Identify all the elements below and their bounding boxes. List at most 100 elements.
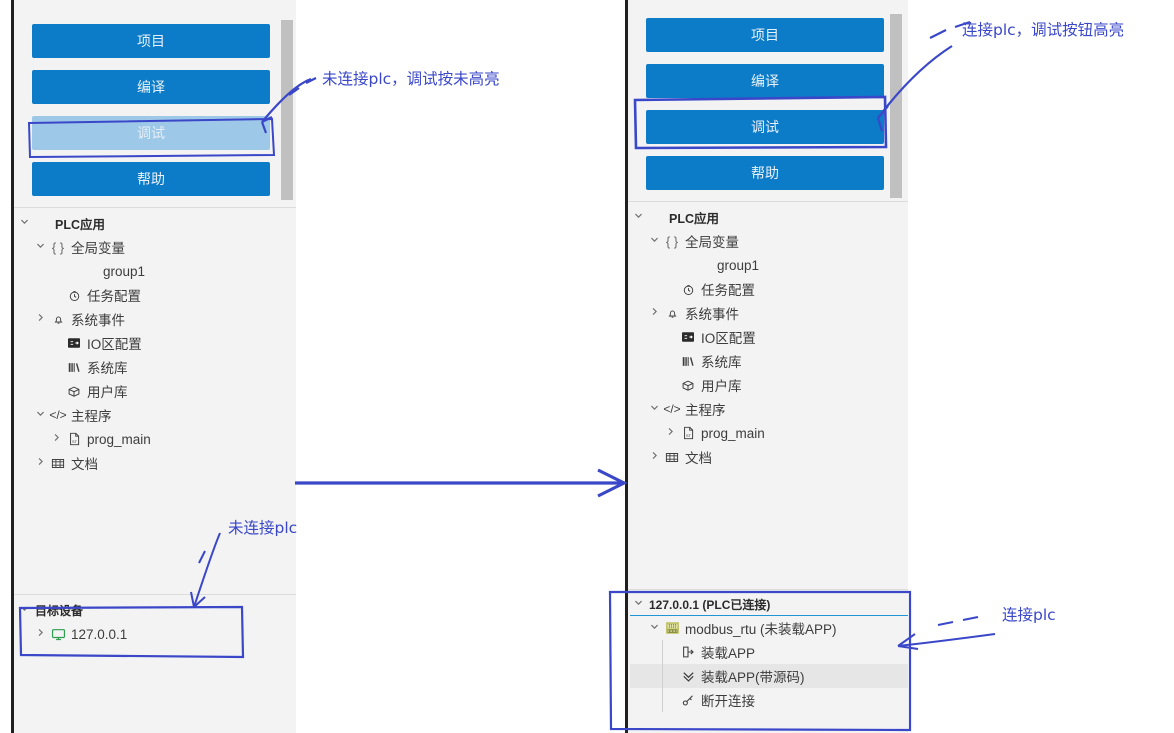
right-connection-tree[interactable]: 127.0.0.1 (PLC已连接) modbus_rtu (未装载APP) 装载A… xyxy=(630,592,908,712)
tree-item-10[interactable]: ST prog_main xyxy=(630,421,900,445)
right-connection-dock[interactable]: 127.0.0.1 (PLC已连接) modbus_rtu (未装载APP) 装载A… xyxy=(628,592,908,733)
chevron-down-icon[interactable] xyxy=(32,241,48,253)
chevron-right-icon[interactable] xyxy=(48,433,64,445)
right-panel-scrollbar[interactable] xyxy=(890,14,902,198)
toolbar-button-1[interactable]: 项目 xyxy=(646,18,884,52)
dock-item-3[interactable]: 装载APP(带源码) xyxy=(630,664,908,688)
chevron-down-icon[interactable] xyxy=(630,598,646,610)
tree-item-label: prog_main xyxy=(87,431,151,447)
left-panel-scrollbar[interactable] xyxy=(281,20,293,200)
dock-item-label: modbus_rtu (未装载APP) xyxy=(685,622,837,637)
tree-item-2[interactable]: { } 全局变量 xyxy=(16,235,286,259)
left-debug-dash-2 xyxy=(305,77,317,84)
tree-item-label: 任务配置 xyxy=(87,289,141,304)
tree-item-4[interactable]: 任务配置 xyxy=(16,283,286,307)
left-toolbar-buttons: 项目 编译 调试 帮助 xyxy=(32,24,270,208)
dock-item-label: 断开连接 xyxy=(701,694,755,709)
dock-item-1[interactable]: modbus_rtu (未装载APP) xyxy=(630,616,908,640)
flow-arrow-head xyxy=(597,468,628,498)
left-project-tree[interactable]: PLC应用 { } 全局变量 group1 任务配置系统事件 IO区配置系统库用户库 </>… xyxy=(16,211,286,475)
dock-header[interactable]: 127.0.0.1 (PLC已连接) xyxy=(630,592,908,616)
dock-item-2[interactable]: 装载APP xyxy=(630,640,908,664)
tree-item-4[interactable]: 任务配置 xyxy=(630,277,900,301)
tree-item-6[interactable]: IO区配置 xyxy=(16,331,286,355)
tree-item-8[interactable]: 用户库 xyxy=(630,373,900,397)
tree-item-label: 系统事件 xyxy=(685,307,739,322)
toolbar-button-4[interactable]: 帮助 xyxy=(646,156,884,190)
tree-item-label: 用户库 xyxy=(87,385,128,400)
tree-item-label: IO区配置 xyxy=(87,337,142,352)
dock-item-1[interactable]: 127.0.0.1 xyxy=(16,622,286,646)
tree-item-label: PLC应用 xyxy=(55,217,106,232)
tree-item-8[interactable]: 用户库 xyxy=(16,379,286,403)
code-icon: </> xyxy=(49,408,67,422)
tree-item-2[interactable]: { } 全局变量 xyxy=(630,229,900,253)
chevron-down-icon[interactable] xyxy=(646,622,662,634)
dock-item-label: 127.0.0.1 xyxy=(71,626,128,642)
toolbar-button-4[interactable]: 帮助 xyxy=(32,162,270,196)
tree-item-1[interactable]: PLC应用 xyxy=(16,211,286,235)
left-dock-separator xyxy=(14,594,296,595)
chevron-right-icon[interactable] xyxy=(646,307,662,319)
tree-item-11[interactable]: 文档 xyxy=(16,451,286,475)
chevron-right-icon[interactable] xyxy=(32,628,48,640)
{ }-icon: { } xyxy=(51,239,65,255)
right-project-tree[interactable]: PLC应用 { } 全局变量 group1 任务配置系统事件 IO区配置系统库用户库 </>… xyxy=(630,205,900,469)
tree-item-3[interactable]: group1 xyxy=(630,253,900,277)
right-device-arrow-line xyxy=(897,633,996,647)
tree-item-label: IO区配置 xyxy=(701,331,756,346)
dock-header[interactable]: 目标设备 xyxy=(16,598,286,622)
load-app-icon xyxy=(678,645,698,659)
annotation-left-device: 未连接plc xyxy=(228,519,298,537)
dock-item-4[interactable]: 断开连接 xyxy=(630,688,908,712)
toolbar-button-2[interactable]: 编译 xyxy=(32,70,270,104)
tree-item-6[interactable]: IO区配置 xyxy=(630,325,900,349)
tree-item-label: 任务配置 xyxy=(701,283,755,298)
tree-item-7[interactable]: 系统库 xyxy=(16,355,286,379)
toolbar-button-3[interactable]: 调试 xyxy=(646,110,884,144)
chevron-down-icon[interactable] xyxy=(630,211,646,223)
tree-item-label: 文档 xyxy=(685,451,712,466)
svg-text:ST: ST xyxy=(686,434,692,438)
tree-item-label: 全局变量 xyxy=(71,241,125,256)
chevron-down-icon[interactable] xyxy=(646,235,662,247)
io-icon xyxy=(64,337,84,349)
{ }-icon: { } xyxy=(665,233,679,249)
chevron-down-icon[interactable] xyxy=(646,403,662,415)
chevron-right-icon[interactable] xyxy=(32,313,48,325)
left-toolbar-separator xyxy=(14,207,296,208)
tree-item-1[interactable]: PLC应用 xyxy=(630,205,900,229)
toolbar-button-1[interactable]: 项目 xyxy=(32,24,270,58)
box-icon xyxy=(64,385,84,398)
tree-item-label: 系统库 xyxy=(701,355,742,370)
chevron-right-icon[interactable] xyxy=(646,451,662,463)
io-icon xyxy=(678,331,698,343)
tree-item-5[interactable]: 系统事件 xyxy=(16,307,286,331)
tree-item-11[interactable]: 文档 xyxy=(630,445,900,469)
tree-item-7[interactable]: 系统库 xyxy=(630,349,900,373)
right-debug-dash-1 xyxy=(929,29,947,39)
tree-item-label: 用户库 xyxy=(701,379,742,394)
tree-item-9[interactable]: </> 主程序 xyxy=(16,403,286,427)
dock-header-underline xyxy=(630,615,908,616)
right-device-dash-2 xyxy=(962,616,979,621)
chevron-right-icon[interactable] xyxy=(662,427,678,439)
chevron-down-icon[interactable] xyxy=(16,217,32,229)
left-target-device-dock[interactable]: 目标设备 127.0.0.1 xyxy=(16,598,286,646)
tree-item-3[interactable]: group1 xyxy=(16,259,286,283)
chevron-down-icon[interactable] xyxy=(32,409,48,421)
tree-item-10[interactable]: ST prog_main xyxy=(16,427,286,451)
right-toolbar-separator xyxy=(628,201,908,202)
chevron-down-icon[interactable] xyxy=(16,604,32,616)
st-file-icon: ST xyxy=(678,426,698,440)
disconnect-icon xyxy=(678,693,698,707)
tree-item-5[interactable]: 系统事件 xyxy=(630,301,900,325)
tree-item-label: group1 xyxy=(103,263,146,279)
dock-item-label: 装载APP(带源码) xyxy=(701,670,805,685)
left-panel-edge xyxy=(11,0,14,733)
chevron-right-icon[interactable] xyxy=(32,457,48,469)
dock-header-label: 127.0.0.1 (PLC已连接) xyxy=(649,597,771,612)
toolbar-button-2[interactable]: 编译 xyxy=(646,64,884,98)
tree-item-9[interactable]: </> 主程序 xyxy=(630,397,900,421)
annotation-left-debug: 未连接plc，调试按未高亮 xyxy=(322,70,500,88)
